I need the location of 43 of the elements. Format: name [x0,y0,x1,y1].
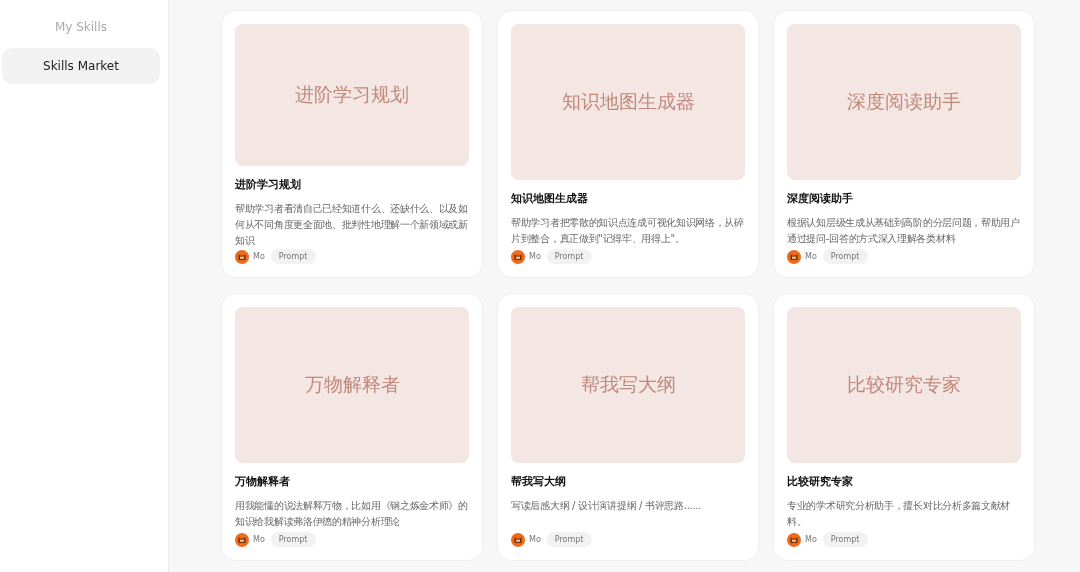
cover-title: 比较研究专家 [847,372,961,397]
cover-title: 帮我写大纲 [580,372,676,397]
author-name: Mo [253,535,265,544]
card-title: 进阶学习规划 [235,177,302,192]
tag-label: Prompt [546,249,592,264]
card-description: 帮助学习者把零散的知识点连成可视化知识网络，从碎片到整合，真正做到"记得牢、用得上"。 [511,216,745,246]
skill-card[interactable]: 帮我写大纲 帮我写大纲 写读后感大纲 / 设计演讲提纲 / 书评思路...... Mo Prompt [498,294,758,560]
card-title: 比较研究专家 [787,474,854,489]
skill-card[interactable]: 比较研究专家 比较研究专家 专业的学术研究分析助手，擅长对比分析多篇文献材料。 Mo Prompt [774,294,1034,560]
skill-card[interactable]: 万物解释者 万物解释者 用我能懂的说法解释万物，比如用《钢之炼金术师》的知识给我解读弗洛伊德的精神分析理论 Mo Prompt [222,294,482,560]
cover-title: 知识地图生成器 [561,89,695,114]
card-description: 根据认知层级生成从基础到高阶的分层问题，帮助用户通过提问-回答的方式深入理解各类材料 [787,216,1021,246]
tag-label: Prompt [822,532,868,547]
card-description: 帮助学习者看清自己已经知道什么、还缺什么、以及如何从不同角度更全面地、批判性地理解一个新领域或新知识 [235,202,469,248]
skill-card[interactable]: 知识地图生成器 知识地图生成器 帮助学习者把零散的知识点连成可视化知识网络，从碎片到整合，真正做到"记得牢、用得上"。 Mo Prompt [498,11,758,277]
tag-label: Prompt [822,249,868,264]
author-name: Mo [529,535,541,544]
card-title: 帮我写大纲 [511,474,567,489]
avatar-icon [787,249,801,264]
card-description: 写读后感大纲 / 设计演讲提纲 / 书评思路...... [511,499,703,513]
avatar-icon [235,532,249,547]
avatar-icon [511,532,525,547]
avatar-icon [787,532,801,547]
card-title: 深度阅读助手 [787,191,854,206]
cover-title: 进阶学习规划 [295,82,409,107]
skill-card[interactable]: 进阶学习规划 进阶学习规划 帮助学习者看清自己已经知道什么、还缺什么、以及如何从不同角度更全面地、批判性地理解一个新领域或新知识 Mo Prompt [222,11,482,277]
sidebar-item[interactable]: Skills Market [2,48,160,84]
tag-label: Prompt [546,532,592,547]
skill-card[interactable]: 深度阅读助手 深度阅读助手 根据认知层级生成从基础到高阶的分层问题，帮助用户通过提问-回答的方式深入理解各类材料 Mo Prompt [774,11,1034,277]
card-title: 知识地图生成器 [511,191,589,206]
author-name: Mo [253,252,265,261]
card-description: 用我能懂的说法解释万物，比如用《钢之炼金术师》的知识给我解读弗洛伊德的精神分析理论 [235,499,469,529]
cover-title: 万物解释者 [304,372,400,397]
tag-label: Prompt [270,249,316,264]
author-name: Mo [805,535,817,544]
tag-label: Prompt [270,532,316,547]
cover-title: 深度阅读助手 [847,89,961,114]
avatar-icon [235,249,249,264]
avatar-icon [511,249,525,264]
author-name: Mo [805,252,817,261]
card-description: 专业的学术研究分析助手，擅长对比分析多篇文献材料。 [787,499,1012,529]
author-name: Mo [529,252,541,261]
card-title: 万物解释者 [235,474,291,489]
